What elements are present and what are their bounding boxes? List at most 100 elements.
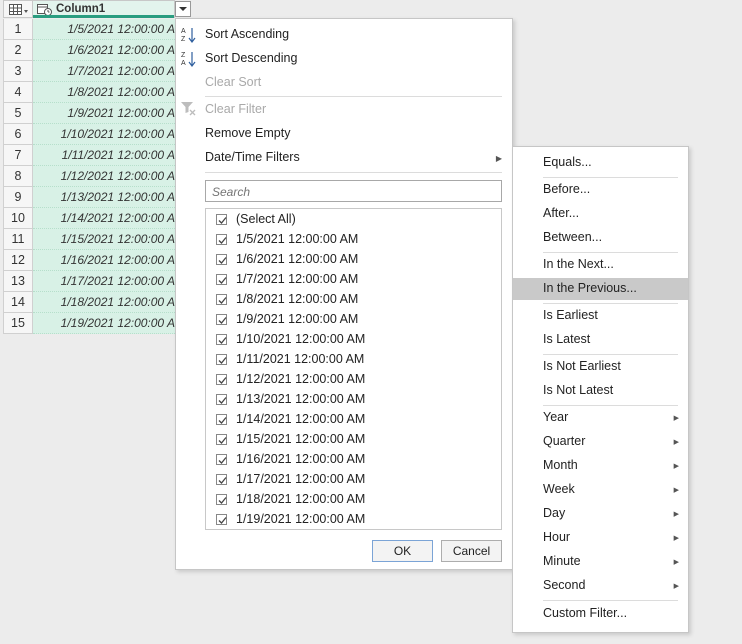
checkbox[interactable] xyxy=(216,434,227,445)
row-number[interactable]: 14 xyxy=(3,292,33,313)
table-row[interactable]: 2 1/6/2021 12:00:00 A xyxy=(3,40,175,61)
submenu-item-hour[interactable]: Hour ▶ xyxy=(513,527,688,549)
table-cell[interactable]: 1/7/2021 12:00:00 A xyxy=(33,61,175,82)
checkbox[interactable] xyxy=(216,314,227,325)
row-number[interactable]: 1 xyxy=(3,19,33,40)
checkbox-label: 1/8/2021 12:00:00 AM xyxy=(236,292,359,306)
cancel-button[interactable]: Cancel xyxy=(441,540,502,562)
checkbox[interactable] xyxy=(216,334,227,345)
table-cell[interactable]: 1/15/2021 12:00:00 A xyxy=(33,229,175,250)
submenu-item-month[interactable]: Month ▶ xyxy=(513,455,688,477)
table-row[interactable]: 10 1/14/2021 12:00:00 A xyxy=(3,208,175,229)
checkbox[interactable] xyxy=(216,274,227,285)
row-number[interactable]: 4 xyxy=(3,82,33,103)
submenu-item-is-not-latest[interactable]: Is Not Latest xyxy=(513,380,688,402)
table-row[interactable]: 4 1/8/2021 12:00:00 A xyxy=(3,82,175,103)
row-number[interactable]: 8 xyxy=(3,166,33,187)
submenu-item-label: Custom Filter... xyxy=(543,606,628,620)
table-cell[interactable]: 1/14/2021 12:00:00 A xyxy=(33,208,175,229)
submenu-item-is-latest[interactable]: Is Latest xyxy=(513,329,688,351)
submenu-item-week[interactable]: Week ▶ xyxy=(513,479,688,501)
clear-filter-item[interactable]: Clear Filter xyxy=(205,102,266,116)
row-number[interactable]: 3 xyxy=(3,61,33,82)
row-number[interactable]: 5 xyxy=(3,103,33,124)
checkbox[interactable] xyxy=(216,374,227,385)
checkbox[interactable] xyxy=(216,494,227,505)
submenu-item-second[interactable]: Second ▶ xyxy=(513,575,688,597)
table-cell[interactable]: 1/6/2021 12:00:00 A xyxy=(33,40,175,61)
table-row[interactable]: 3 1/7/2021 12:00:00 A xyxy=(3,61,175,82)
submenu-item-label: Minute xyxy=(543,554,581,568)
checkmark-icon xyxy=(218,497,227,504)
table-row[interactable]: 14 1/18/2021 12:00:00 A xyxy=(3,292,175,313)
ok-button[interactable]: OK xyxy=(372,540,433,562)
submenu-item-day[interactable]: Day ▶ xyxy=(513,503,688,525)
remove-empty-item[interactable]: Remove Empty xyxy=(205,126,290,140)
table-cell[interactable]: 1/8/2021 12:00:00 A xyxy=(33,82,175,103)
search-input[interactable] xyxy=(210,182,494,202)
submenu-item-year[interactable]: Year ▶ xyxy=(513,407,688,429)
table-menu-button[interactable] xyxy=(3,0,33,18)
submenu-item-after[interactable]: After... xyxy=(513,203,688,225)
submenu-item-before[interactable]: Before... xyxy=(513,179,688,201)
submenu-item-is-not-earliest[interactable]: Is Not Earliest xyxy=(513,356,688,378)
submenu-item-custom-filter[interactable]: Custom Filter... xyxy=(513,603,688,625)
menu-divider xyxy=(543,252,678,253)
table-row[interactable]: 5 1/9/2021 12:00:00 A xyxy=(3,103,175,124)
submenu-item-equals[interactable]: Equals... xyxy=(513,152,688,174)
row-number[interactable]: 2 xyxy=(3,40,33,61)
submenu-item-is-earliest[interactable]: Is Earliest xyxy=(513,305,688,327)
menu-divider xyxy=(543,303,678,304)
table-row[interactable]: 11 1/15/2021 12:00:00 A xyxy=(3,229,175,250)
submenu-item-in-the-previous[interactable]: In the Previous... xyxy=(513,278,688,300)
table-row[interactable]: 9 1/13/2021 12:00:00 A xyxy=(3,187,175,208)
sort-descending-item[interactable]: Sort Descending xyxy=(205,51,297,65)
table-cell[interactable]: 1/12/2021 12:00:00 A xyxy=(33,166,175,187)
table-row[interactable]: 7 1/11/2021 12:00:00 A xyxy=(3,145,175,166)
table-row[interactable]: 13 1/17/2021 12:00:00 A xyxy=(3,271,175,292)
table-row[interactable]: 12 1/16/2021 12:00:00 A xyxy=(3,250,175,271)
row-number[interactable]: 10 xyxy=(3,208,33,229)
table-cell[interactable]: 1/16/2021 12:00:00 A xyxy=(33,250,175,271)
table-row[interactable]: 15 1/19/2021 12:00:00 A xyxy=(3,313,175,334)
table-row[interactable]: 6 1/10/2021 12:00:00 A xyxy=(3,124,175,145)
table-cell[interactable]: 1/5/2021 12:00:00 A xyxy=(33,19,175,40)
checkbox[interactable] xyxy=(216,394,227,405)
table-row[interactable]: 8 1/12/2021 12:00:00 A xyxy=(3,166,175,187)
row-number[interactable]: 12 xyxy=(3,250,33,271)
table-cell[interactable]: 1/10/2021 12:00:00 A xyxy=(33,124,175,145)
checkbox[interactable] xyxy=(216,354,227,365)
sort-ascending-item[interactable]: Sort Ascending xyxy=(205,27,289,41)
checkbox[interactable] xyxy=(216,214,227,225)
clear-sort-item[interactable]: Clear Sort xyxy=(205,75,261,89)
row-number[interactable]: 6 xyxy=(3,124,33,145)
column-filter-dropdown-button[interactable] xyxy=(175,1,191,17)
table-cell[interactable]: 1/18/2021 12:00:00 A xyxy=(33,292,175,313)
checkbox[interactable] xyxy=(216,234,227,245)
checkbox[interactable] xyxy=(216,514,227,525)
checkbox[interactable] xyxy=(216,414,227,425)
checkbox[interactable] xyxy=(216,454,227,465)
table-cell[interactable]: 1/17/2021 12:00:00 A xyxy=(33,271,175,292)
row-number[interactable]: 9 xyxy=(3,187,33,208)
search-field[interactable] xyxy=(205,180,502,202)
table-row[interactable]: 1 1/5/2021 12:00:00 A xyxy=(3,19,175,40)
row-number[interactable]: 7 xyxy=(3,145,33,166)
row-number[interactable]: 15 xyxy=(3,313,33,334)
chevron-right-icon: ▶ xyxy=(673,487,679,494)
submenu-item-between[interactable]: Between... xyxy=(513,227,688,249)
column-header[interactable]: Column1 xyxy=(33,0,175,18)
table-cell[interactable]: 1/13/2021 12:00:00 A xyxy=(33,187,175,208)
row-number[interactable]: 11 xyxy=(3,229,33,250)
submenu-item-minute[interactable]: Minute ▶ xyxy=(513,551,688,573)
checkbox[interactable] xyxy=(216,254,227,265)
table-cell[interactable]: 1/11/2021 12:00:00 A xyxy=(33,145,175,166)
datetime-filters-item[interactable]: Date/Time Filters xyxy=(205,150,300,164)
checkbox[interactable] xyxy=(216,474,227,485)
submenu-item-quarter[interactable]: Quarter ▶ xyxy=(513,431,688,453)
row-number[interactable]: 13 xyxy=(3,271,33,292)
checkbox[interactable] xyxy=(216,294,227,305)
submenu-item-in-the-next[interactable]: In the Next... xyxy=(513,254,688,276)
table-cell[interactable]: 1/19/2021 12:00:00 A xyxy=(33,313,175,334)
table-cell[interactable]: 1/9/2021 12:00:00 A xyxy=(33,103,175,124)
